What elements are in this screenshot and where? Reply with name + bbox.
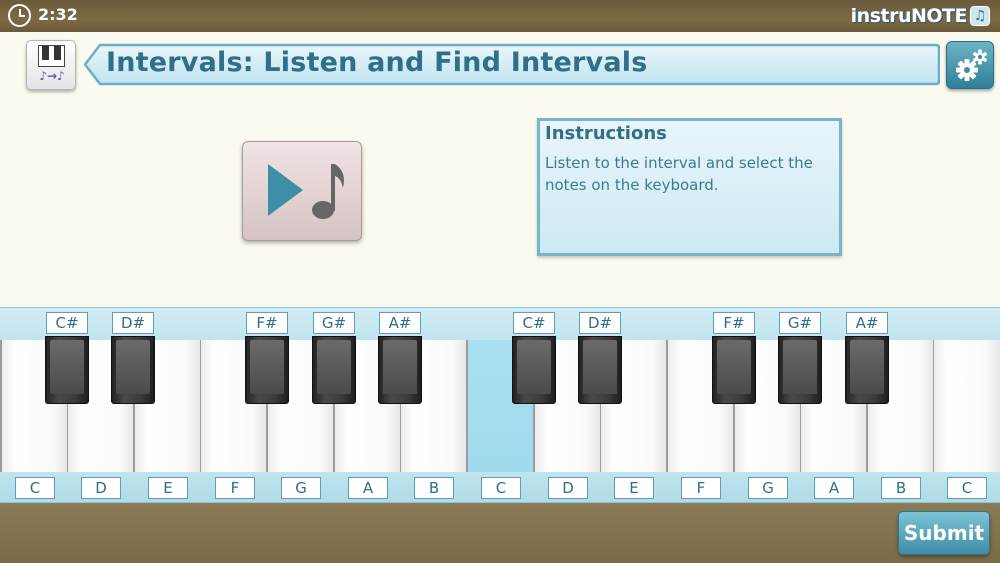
black-key-f-sharp-2[interactable] [712,336,756,404]
white-key-label: G [281,477,321,499]
black-key-label: D# [112,312,154,334]
white-key-label: B [881,477,921,499]
black-key-label: F# [713,312,755,334]
black-key-f-sharp[interactable] [245,336,289,404]
white-key-label: D [81,477,121,499]
white-key-label: E [148,477,188,499]
gears-icon [956,49,988,81]
black-key-label: C# [46,312,88,334]
black-key-a-sharp-2[interactable] [845,336,889,404]
black-key-label: F# [246,312,288,334]
black-key-label: C# [513,312,555,334]
play-interval-button[interactable] [242,141,362,241]
piano-keyboard [0,336,1000,472]
black-key-label: A# [379,312,421,334]
white-key-label: F [681,477,721,499]
black-key-label: D# [579,312,621,334]
white-key-label: A [348,477,388,499]
white-key-label: A [814,477,854,499]
bottom-bar [0,503,1000,563]
instructions-body: Listen to the interval and select the no… [545,154,813,194]
brand-name: instruNOTE [850,5,968,27]
keyboard-menu-button[interactable]: ♪→♪ [26,40,76,90]
clock-icon [8,4,31,27]
play-note-icon [268,164,344,219]
white-key-label: C [947,477,987,499]
black-key-label: G# [313,312,355,334]
status-bar: 2:32 instruNOTE ♫ [0,0,1000,32]
black-key-label: A# [846,312,888,334]
white-key-label: F [215,477,255,499]
title-banner: Intervals: Listen and Find Intervals [84,43,940,86]
black-key-d-sharp[interactable] [111,336,155,404]
brand-logo: instruNOTE ♫ [851,5,990,27]
settings-button[interactable] [946,41,994,89]
white-key-label: G [748,477,788,499]
black-key-c-sharp[interactable] [45,336,89,404]
clock-time: 2:32 [38,5,78,24]
white-key-label: D [548,477,588,499]
white-key-label: C [15,477,55,499]
black-key-a-sharp[interactable] [378,336,422,404]
white-key-c3[interactable] [934,340,1000,472]
music-note-icon: ♫ [970,6,990,26]
notes-arrow-icon: ♪→♪ [39,69,65,83]
black-key-label: G# [779,312,821,334]
white-key-label: B [414,477,454,499]
page-title: Intervals: Listen and Find Intervals [106,47,648,78]
piano-keys-icon [38,45,65,67]
instructions-title: Instructions [545,123,667,144]
black-key-g-sharp-2[interactable] [778,336,822,404]
instructions-panel: Instructions Listen to the interval and … [537,118,842,256]
submit-button[interactable]: Submit [898,511,990,555]
white-key-label: E [614,477,654,499]
white-key-label: C [481,477,521,499]
black-key-g-sharp[interactable] [312,336,356,404]
black-key-d-sharp-2[interactable] [578,336,622,404]
black-key-c-sharp-2[interactable] [512,336,556,404]
